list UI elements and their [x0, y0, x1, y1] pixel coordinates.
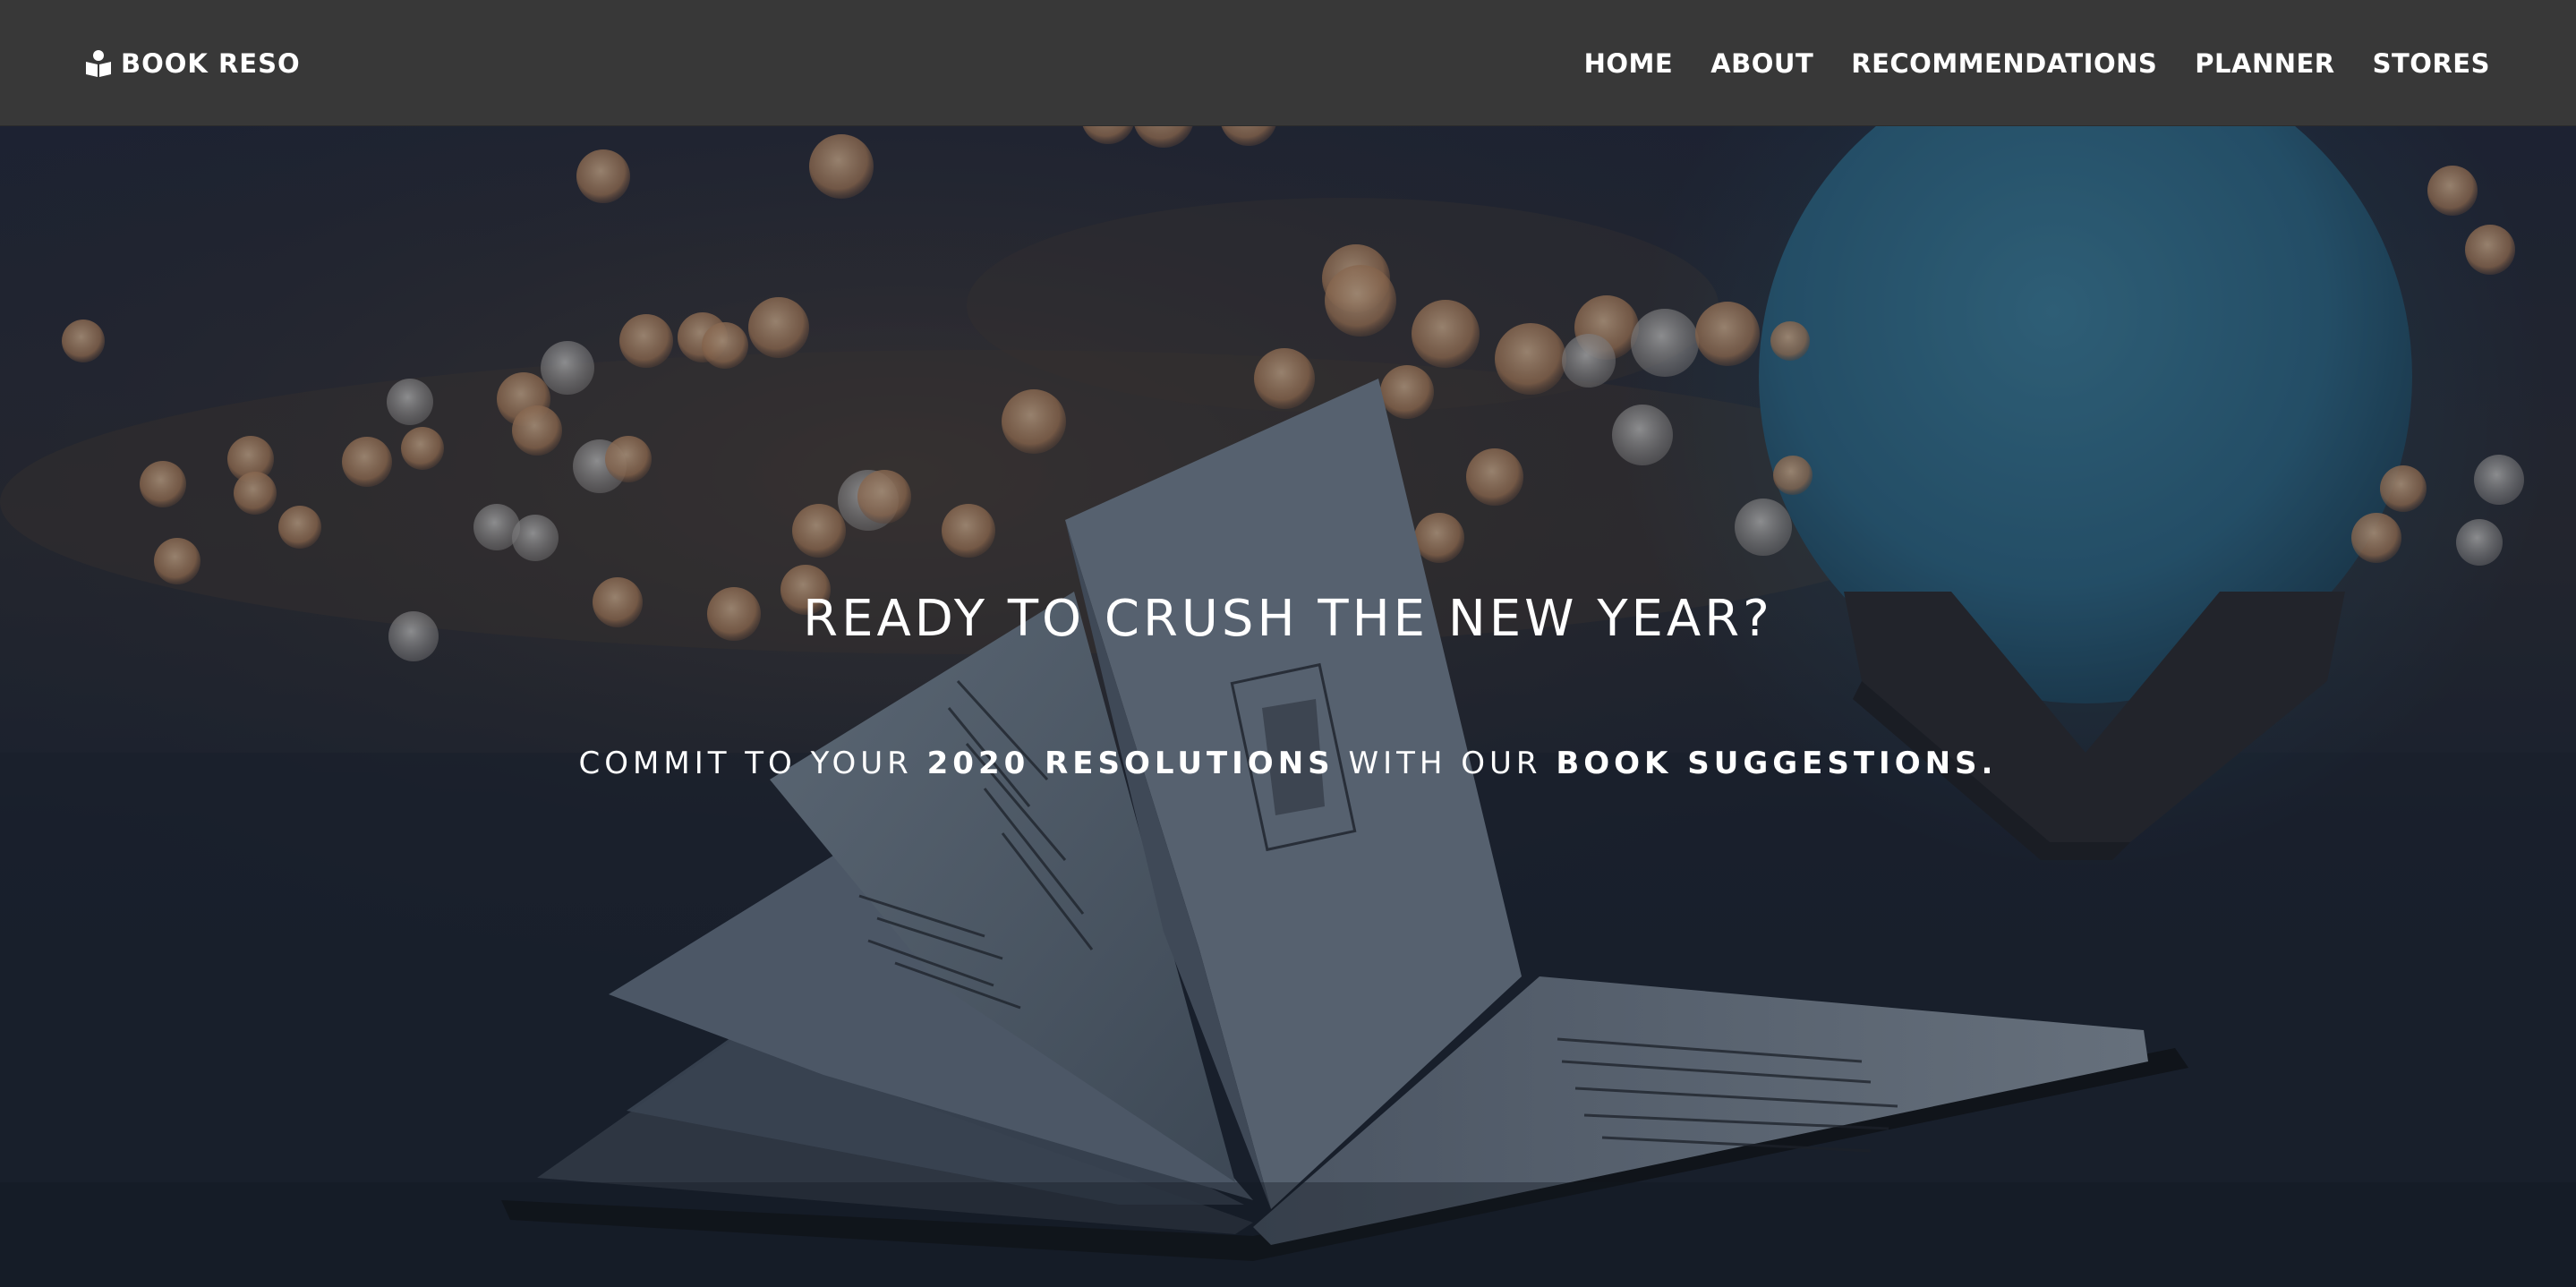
hero-section: READY TO CRUSH THE NEW YEAR? COMMIT TO Y…	[0, 126, 2576, 1287]
nav-planner-link[interactable]: PLANNER	[2195, 48, 2334, 79]
hero-subtitle-part1: COMMIT TO YOUR	[578, 746, 927, 781]
hero-subtitle-highlight-suggestions: BOOK SUGGESTIONS.	[1556, 746, 1998, 781]
nav-recommendations-link[interactable]: RECOMMENDATIONS	[1851, 48, 2157, 79]
hero-subtitle-part2: WITH OUR	[1334, 746, 1557, 781]
hero-title: READY TO CRUSH THE NEW YEAR?	[803, 590, 1773, 648]
nav-home-link[interactable]: HOME	[1584, 48, 1674, 79]
nav-about-link[interactable]: ABOUT	[1710, 48, 1813, 79]
open-book-reader-icon	[86, 50, 111, 77]
nav-links: HOME ABOUT RECOMMENDATIONS PLANNER STORE…	[1547, 45, 2490, 82]
landing-page: BOOK RESO HOME ABOUT RECOMMENDATIONS PLA…	[0, 0, 2576, 1287]
hero-subtitle: COMMIT TO YOUR 2020 RESOLUTIONS WITH OUR…	[0, 746, 2576, 781]
brand-name: BOOK RESO	[121, 48, 301, 79]
nav-stores-link[interactable]: STORES	[2373, 48, 2490, 79]
brand-link[interactable]: BOOK RESO	[85, 45, 301, 82]
hero-subtitle-highlight-resolutions: 2020 RESOLUTIONS	[926, 746, 1335, 781]
hero-background-image	[0, 126, 2576, 1287]
top-navbar: BOOK RESO HOME ABOUT RECOMMENDATIONS PLA…	[0, 0, 2576, 126]
